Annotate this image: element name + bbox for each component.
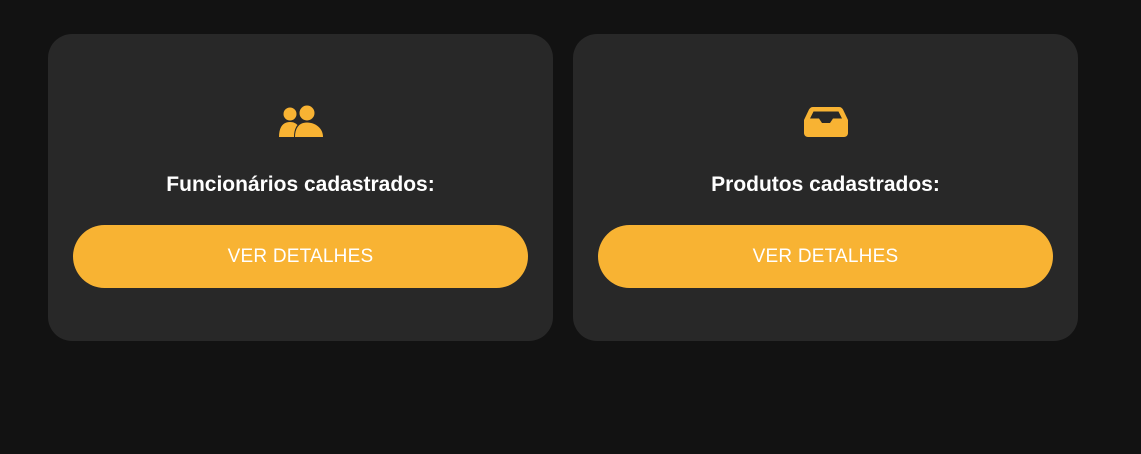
users-icon: [277, 104, 325, 140]
employees-card: Funcionários cadastrados: VER DETALHES: [48, 34, 553, 341]
products-card-title: Produtos cadastrados:: [711, 173, 940, 196]
products-details-button[interactable]: VER DETALHES: [598, 225, 1053, 288]
products-card: Produtos cadastrados: VER DETALHES: [573, 34, 1078, 341]
inbox-tray-icon: [802, 104, 850, 140]
employees-details-button[interactable]: VER DETALHES: [73, 225, 528, 288]
dashboard-cards: Funcionários cadastrados: VER DETALHES P…: [48, 34, 1078, 341]
employees-card-title: Funcionários cadastrados:: [166, 173, 435, 196]
